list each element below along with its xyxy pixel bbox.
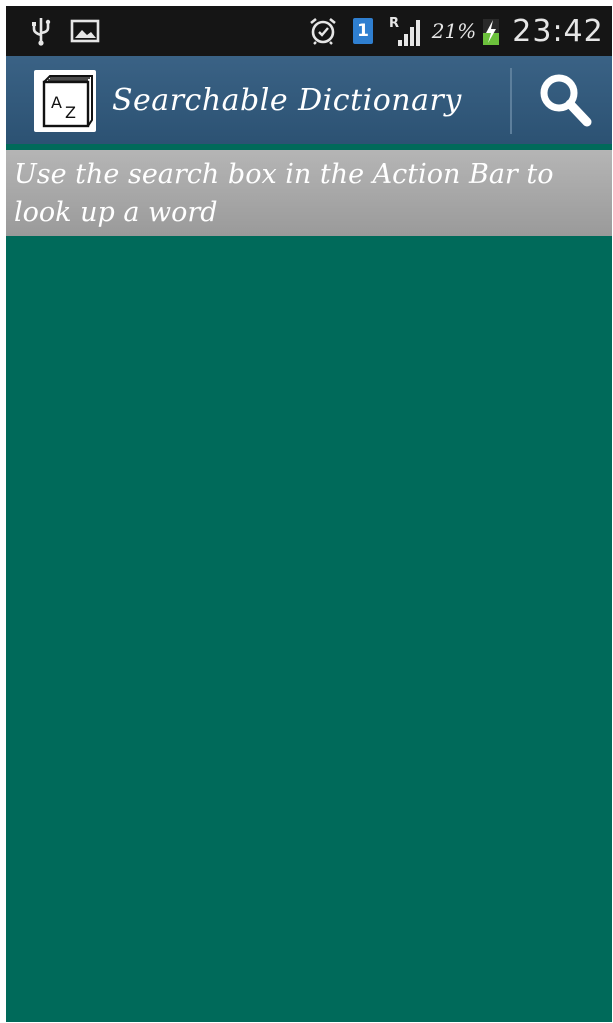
search-hint-banner: Use the search box in the Action Bar to … bbox=[6, 150, 612, 236]
battery-percent: 21% bbox=[431, 19, 477, 43]
alarm-clock-icon bbox=[306, 6, 340, 56]
search-icon bbox=[540, 74, 592, 127]
image-icon bbox=[68, 6, 102, 56]
battery-charging-icon bbox=[480, 6, 502, 56]
search-button[interactable] bbox=[518, 56, 612, 144]
sim-card-icon: 1 bbox=[351, 6, 375, 56]
search-hint-text: Use the search box in the Action Bar to … bbox=[14, 159, 554, 228]
roaming-indicator: R bbox=[389, 16, 399, 31]
usb-icon bbox=[26, 6, 56, 56]
action-bar: A Z Searchable Dictionary bbox=[6, 56, 612, 144]
sim-badge: 1 bbox=[353, 18, 373, 44]
app-title: Searchable Dictionary bbox=[112, 82, 462, 118]
app-icon-letter-z: Z bbox=[65, 103, 76, 122]
clock: 23:42 bbox=[512, 13, 604, 49]
status-bar: 1 R 21% 23:42 bbox=[6, 6, 612, 56]
signal-strength-icon: R bbox=[388, 6, 428, 56]
results-area bbox=[6, 236, 612, 1022]
app-window: 1 R 21% 23:42 A Z Searchable Dictionary … bbox=[6, 6, 612, 1022]
action-bar-divider bbox=[510, 68, 512, 134]
dictionary-app-icon[interactable]: A Z bbox=[34, 70, 96, 132]
app-icon-letter-a: A bbox=[51, 93, 62, 112]
